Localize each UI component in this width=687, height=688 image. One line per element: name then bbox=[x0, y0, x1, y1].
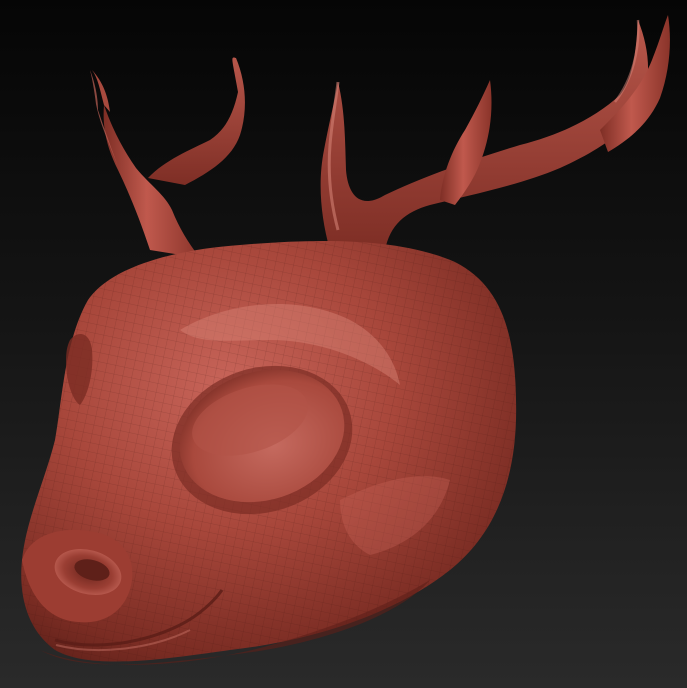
sculpt-render bbox=[21, 15, 670, 665]
left-antler bbox=[90, 57, 245, 258]
deer-head bbox=[21, 240, 517, 665]
3d-viewport[interactable] bbox=[0, 0, 687, 688]
right-antler bbox=[320, 15, 670, 250]
